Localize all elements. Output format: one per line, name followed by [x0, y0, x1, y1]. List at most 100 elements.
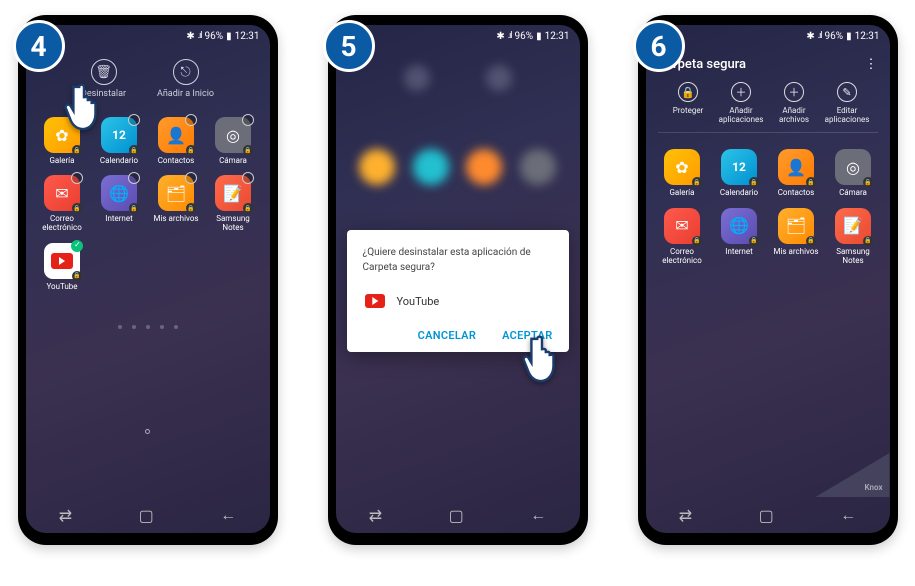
clock: 12:31: [235, 31, 260, 42]
bluetooth-icon: ✱: [806, 31, 814, 42]
app-youtube[interactable]: 🔒YouTube: [36, 243, 89, 291]
nav-back[interactable]: ←: [530, 505, 546, 525]
selection-checkbox[interactable]: [242, 172, 254, 184]
battery-icon: ▮: [536, 31, 542, 42]
youtube-icon: [363, 289, 387, 313]
app-icon: 🗂🔒: [778, 208, 814, 244]
accept-button[interactable]: ACEPTAR: [502, 329, 552, 342]
tool-añadir-archivos[interactable]: ＋Añadir archivos: [768, 82, 821, 124]
nav-bar: ⇄ ▢ ←: [646, 497, 890, 533]
cancel-button[interactable]: CANCELAR: [418, 329, 477, 342]
home-indicator: [26, 429, 270, 434]
app-icon: ✿🔒: [44, 117, 80, 153]
app-samsung-notes[interactable]: 📝🔒Samsung Notes: [207, 175, 260, 232]
app-icon: 📝🔒: [215, 175, 251, 211]
clock: 12:31: [545, 31, 570, 42]
app-label: Cámara: [839, 188, 867, 197]
nav-recents[interactable]: ⇄: [369, 506, 382, 525]
tool-proteger[interactable]: 🔒 Proteger: [662, 82, 715, 124]
selection-checkbox[interactable]: [185, 172, 197, 184]
secure-badge-icon: 🔒: [863, 177, 873, 187]
app-icon: 👤🔒: [158, 117, 194, 153]
app-internet[interactable]: 🌐🔒Internet: [93, 175, 146, 232]
app-galería[interactable]: ✿🔒 Galería: [656, 149, 709, 197]
app-calendario[interactable]: 12🔒Calendario: [93, 117, 146, 165]
tutorial-steps: 4 ✱ .ıl 96% ▮ 12:31 🗑 Desinstalar: [10, 15, 905, 545]
nav-bar: ⇄ ▢ ←: [26, 497, 270, 533]
tool-label: Proteger: [673, 106, 704, 115]
tool-icon: ＋: [784, 82, 804, 102]
app-contactos[interactable]: 👤🔒Contactos: [150, 117, 203, 165]
secure-badge-icon: 🔒: [72, 145, 82, 155]
tool-icon: 🔒: [678, 82, 698, 102]
selection-checkbox[interactable]: [71, 114, 83, 126]
blurred-background: [336, 47, 580, 195]
phone-frame: ✱ .ıl 96% ▮ 12:31: [328, 15, 588, 545]
app-galería[interactable]: ✿🔒Galería: [36, 117, 89, 165]
nav-home[interactable]: ▢: [759, 506, 774, 525]
tool-editar-aplicaciones[interactable]: ✎ Editar aplicaciones: [821, 82, 874, 124]
app-icon: ✿🔒: [664, 149, 700, 185]
app-samsung-notes[interactable]: 📝🔒Samsung Notes: [827, 208, 880, 265]
step-badge: 4: [13, 20, 65, 72]
dialog-app-row: YouTube: [363, 289, 553, 313]
app-label: Galería: [669, 188, 694, 197]
nav-recents[interactable]: ⇄: [679, 506, 692, 525]
app-icon: 📝🔒: [835, 208, 871, 244]
nav-back[interactable]: ←: [840, 505, 856, 525]
screen: ✱ .ıl 96% ▮ 12:31: [336, 25, 580, 533]
tool-icon: ✎: [837, 82, 857, 102]
secure-badge-icon: 🔒: [806, 177, 816, 187]
app-correo-electrónico[interactable]: ✉🔒Correo electrónico: [36, 175, 89, 232]
app-cámara[interactable]: ◎🔒Cámara: [827, 149, 880, 197]
phone-frame: ✱ .ıl 96% ▮ 12:31 Carpeta segura ⋮ 🔒Prot…: [638, 15, 898, 545]
battery-pct: 96%: [515, 31, 534, 42]
add-home-action[interactable]: ⎋ Añadir a Inicio: [157, 59, 214, 99]
app-internet[interactable]: 🌐🔒Internet: [713, 208, 766, 265]
battery-pct: 96%: [825, 31, 844, 42]
add-home-label: Añadir a Inicio: [157, 89, 214, 99]
secure-badge-icon: 🔒: [129, 203, 139, 213]
app-contactos[interactable]: 👤🔒Contactos: [770, 149, 823, 197]
uninstall-action[interactable]: 🗑 Desinstalar: [81, 59, 126, 99]
selection-checkbox[interactable]: [128, 172, 140, 184]
secure-badge-icon: 🔒: [186, 145, 196, 155]
app-calendario[interactable]: 12🔒Calendario: [713, 149, 766, 197]
tool-añadir-aplicaciones[interactable]: ＋ Añadir aplicaciones: [715, 82, 768, 124]
tool-icon: ＋: [731, 82, 751, 102]
app-mis-archivos[interactable]: 🗂🔒Mis archivos: [150, 175, 203, 232]
secure-badge-icon: 🔒: [863, 236, 873, 246]
signal-icon: .ıl: [818, 31, 822, 41]
phone-frame: ✱ .ıl 96% ▮ 12:31 🗑 Desinstalar ⎋ Añadir…: [18, 15, 278, 545]
step-6: 6 ✱ .ıl 96% ▮ 12:31 Carpeta segura ⋮ 🔒Pr…: [628, 15, 908, 545]
app-label: Internet: [725, 247, 752, 256]
confirm-dialog: ¿Quiere desinstalar esta aplicación de C…: [347, 230, 569, 352]
app-label: Calendario: [720, 188, 758, 197]
nav-back[interactable]: ←: [220, 505, 236, 525]
selection-checkbox[interactable]: [242, 114, 254, 126]
tool-label: Añadir aplicaciones: [715, 106, 768, 124]
nav-home[interactable]: ▢: [449, 506, 464, 525]
selection-checkbox[interactable]: [128, 114, 140, 126]
clock: 12:31: [855, 31, 880, 42]
step-5: 5 ✱ .ıl 96% ▮ 12:31: [318, 15, 598, 545]
toolbar: 🔒 Proteger ＋ Añadir aplicaciones＋Añadir arc…: [658, 82, 878, 133]
battery-pct: 96%: [205, 31, 224, 42]
app-cámara[interactable]: ◎🔒Cámara: [207, 117, 260, 165]
selection-checkbox[interactable]: [71, 172, 83, 184]
tool-label: Editar aplicaciones: [821, 106, 874, 124]
app-grid: ✿🔒Galería12🔒Calendario👤🔒Contactos◎🔒Cámar…: [26, 113, 270, 295]
selection-checkbox[interactable]: [185, 114, 197, 126]
nav-home[interactable]: ▢: [139, 506, 154, 525]
app-correo-electrónico[interactable]: ✉🔒Correo electrónico: [656, 208, 709, 265]
nav-recents[interactable]: ⇄: [59, 506, 72, 525]
app-icon: 🗂🔒: [158, 175, 194, 211]
app-label: Cámara: [219, 156, 247, 165]
app-icon: 12🔒: [101, 117, 137, 153]
dialog-message: ¿Quiere desinstalar esta aplicación de C…: [363, 246, 553, 275]
secure-badge-icon: 🔒: [749, 236, 759, 246]
more-icon[interactable]: ⋮: [865, 57, 878, 72]
add-home-icon: ⎋: [173, 59, 199, 85]
selection-checkbox[interactable]: [71, 240, 83, 252]
app-mis-archivos[interactable]: 🗂🔒Mis archivos: [770, 208, 823, 265]
